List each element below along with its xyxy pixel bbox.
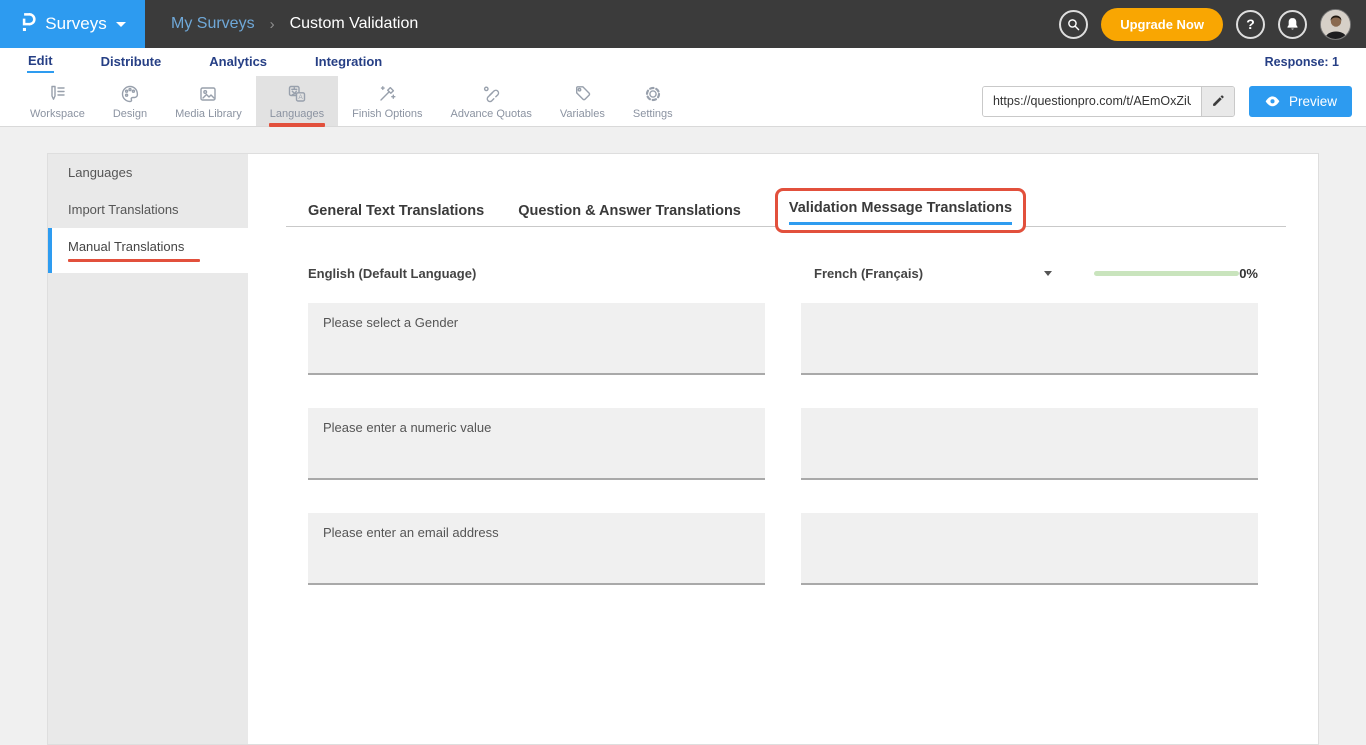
preview-button[interactable]: Preview: [1249, 86, 1352, 117]
toolbar-item-design[interactable]: Design: [99, 76, 161, 126]
toolbar-item-finish-options[interactable]: Finish Options: [338, 76, 436, 126]
variables-icon: [571, 83, 593, 105]
target-language-label: French (Français): [814, 266, 923, 281]
toolbar-item-settings[interactable]: Settings: [619, 76, 687, 126]
target-message-input[interactable]: [801, 303, 1258, 375]
sidebar-item-manual-translations[interactable]: Manual Translations: [48, 228, 248, 273]
target-language-dropdown[interactable]: French (Français): [814, 266, 1052, 281]
toolbar-item-variables[interactable]: Variables: [546, 76, 619, 126]
breadcrumb-separator: ›: [270, 16, 275, 33]
design-icon: [119, 83, 141, 105]
toolbar-item-languages[interactable]: A Languages: [256, 76, 338, 126]
source-message-box: Please select a Gender: [308, 303, 765, 375]
top-bar-actions: Upgrade Now ?: [1059, 8, 1366, 41]
tab-edit[interactable]: Edit: [27, 51, 54, 73]
eye-icon: [1264, 95, 1281, 108]
source-language-column: English (Default Language) Please select…: [308, 263, 765, 585]
toolbar-label: Languages: [270, 108, 324, 120]
translation-progress-bar: [1094, 271, 1240, 276]
target-message-input[interactable]: [801, 513, 1258, 585]
languages-sidebar: Languages Import Translations Manual Tra…: [48, 154, 248, 744]
target-language-column: French (Français) 0%: [801, 263, 1258, 585]
svg-text:A: A: [298, 94, 303, 101]
tab-analytics[interactable]: Analytics: [208, 52, 268, 72]
toolbar-label: Variables: [560, 108, 605, 120]
translations-main: General Text Translations Question & Ans…: [248, 154, 1318, 744]
source-message-box: Please enter a numeric value: [308, 408, 765, 480]
sidebar-item-import-translations[interactable]: Import Translations: [48, 191, 248, 228]
finish-options-icon: [376, 83, 398, 105]
toolbar-label: Design: [113, 108, 147, 120]
toolbar-label: Finish Options: [352, 108, 422, 120]
annotation-underline: [269, 123, 325, 127]
question-mark-icon: ?: [1246, 16, 1255, 32]
edit-url-button[interactable]: [1201, 87, 1234, 116]
sidebar-item-label: Manual Translations: [68, 239, 184, 254]
notifications-button[interactable]: [1278, 10, 1307, 39]
annotation-box: Validation Message Translations: [775, 188, 1026, 233]
caret-down-icon: [116, 22, 126, 27]
sidebar-item-languages[interactable]: Languages: [48, 154, 248, 191]
questionpro-logo-icon: [19, 10, 36, 39]
toolbar-label: Settings: [633, 108, 673, 120]
user-avatar[interactable]: [1320, 9, 1351, 40]
edit-toolbar: Workspace Design Media Library A Languag…: [0, 76, 1366, 127]
help-button[interactable]: ?: [1236, 10, 1265, 39]
breadcrumb-current-survey: Custom Validation: [290, 15, 419, 33]
toolbar-label: Workspace: [30, 108, 85, 120]
annotation-underline: [68, 259, 200, 262]
response-count[interactable]: Response: 1: [1265, 55, 1339, 69]
pencil-icon: [1211, 94, 1225, 108]
preview-label: Preview: [1289, 94, 1337, 109]
bell-icon: [1285, 16, 1300, 32]
advance-quotas-icon: [480, 83, 502, 105]
media-library-icon: [197, 83, 219, 105]
toolbar-item-workspace[interactable]: Workspace: [16, 76, 99, 126]
translations-tabs-row: General Text Translations Question & Ans…: [286, 188, 1286, 233]
surveys-menu-button[interactable]: Surveys: [0, 0, 145, 48]
toolbar-label: Media Library: [175, 108, 242, 120]
toolbar-label: Advance Quotas: [450, 108, 531, 120]
survey-section-nav: Edit Distribute Analytics Integration Re…: [0, 48, 1366, 76]
breadcrumb: My Surveys › Custom Validation: [171, 15, 418, 33]
surveys-menu-label: Surveys: [45, 14, 106, 34]
tab-validation-message-translations[interactable]: Validation Message Translations: [789, 200, 1012, 225]
tab-integration[interactable]: Integration: [314, 52, 383, 72]
survey-url-input[interactable]: [983, 87, 1201, 116]
sidebar-item-label: Import Translations: [68, 202, 179, 217]
toolbar-item-advance-quotas[interactable]: Advance Quotas: [436, 76, 545, 126]
source-message-box: Please enter an email address: [308, 513, 765, 585]
tab-distribute[interactable]: Distribute: [100, 52, 163, 72]
languages-panel: Languages Import Translations Manual Tra…: [47, 153, 1319, 745]
tab-general-text-translations[interactable]: General Text Translations: [308, 203, 484, 219]
caret-down-icon: [1044, 271, 1052, 276]
sidebar-item-label: Languages: [68, 165, 132, 180]
survey-url-group: [982, 86, 1235, 117]
tab-question-answer-translations[interactable]: Question & Answer Translations: [518, 203, 741, 219]
target-language-header: French (Français) 0%: [801, 263, 1258, 283]
toolbar-item-media-library[interactable]: Media Library: [161, 76, 256, 126]
languages-icon: A: [286, 83, 308, 105]
toolbar-right: Preview: [982, 76, 1366, 126]
workspace-icon: [46, 83, 68, 105]
search-icon: [1066, 17, 1081, 32]
translation-progress-percent: 0%: [1239, 266, 1258, 281]
top-bar: Surveys My Surveys › Custom Validation U…: [0, 0, 1366, 48]
search-button[interactable]: [1059, 10, 1088, 39]
page-body: Languages Import Translations Manual Tra…: [0, 127, 1366, 745]
settings-icon: [642, 83, 664, 105]
target-message-input[interactable]: [801, 408, 1258, 480]
source-language-header: English (Default Language): [308, 263, 765, 283]
upgrade-now-button[interactable]: Upgrade Now: [1101, 8, 1223, 41]
breadcrumb-my-surveys[interactable]: My Surveys: [171, 15, 255, 33]
translation-columns: English (Default Language) Please select…: [308, 263, 1258, 585]
